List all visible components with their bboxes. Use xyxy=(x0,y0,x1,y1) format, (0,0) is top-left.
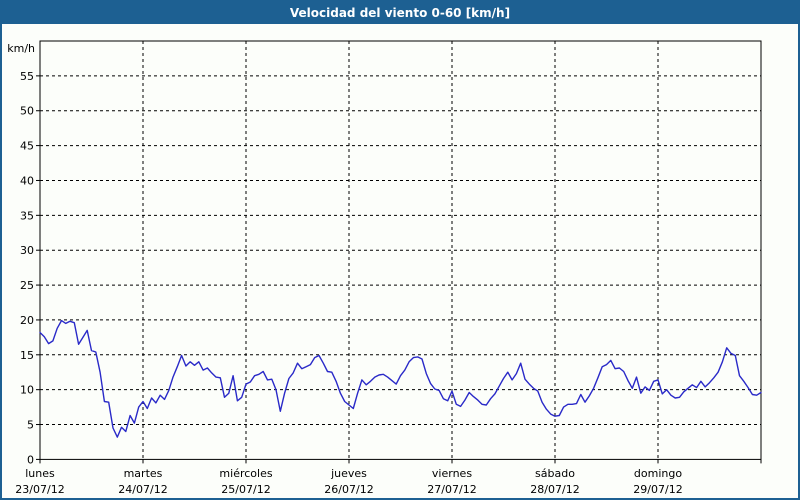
wind-chart-window: Velocidad del viento 0-60 [km/h] 0 5 10 15 2… xyxy=(0,0,800,500)
y-axis-unit-label: km/h xyxy=(7,42,35,55)
wind-speed-line xyxy=(39,319,762,438)
x-day-date-label: 25/07/12 xyxy=(221,483,270,496)
chart-title: Velocidad del viento 0-60 [km/h] xyxy=(289,6,511,20)
y-tick-label: 15 xyxy=(20,349,34,362)
x-day-name-label: jueves xyxy=(330,467,367,480)
x-day-name-label: miércoles xyxy=(219,467,272,480)
x-day-name-label: domingo xyxy=(634,467,682,480)
y-tick-label: 20 xyxy=(20,314,34,327)
x-day-name-label: viernes xyxy=(432,467,472,480)
y-tick-label: 45 xyxy=(20,140,34,153)
y-tick-label: 10 xyxy=(20,384,34,397)
wind-speed-line-chart: 0 5 10 15 20 25 30 35 40 45 50 55 km/h lunes 23/07/12 m… xyxy=(7,40,762,496)
x-day-name-label: lunes xyxy=(25,467,55,480)
y-tick-label: 0 xyxy=(27,453,34,466)
x-day-name-label: sábado xyxy=(535,467,575,480)
x-day-name-label: martes xyxy=(124,467,163,480)
x-day-date-label: 28/07/12 xyxy=(530,483,579,496)
x-day-date-label: 29/07/12 xyxy=(633,483,682,496)
x-day-date-label: 27/07/12 xyxy=(427,483,476,496)
y-tick-label: 50 xyxy=(20,105,34,118)
y-tick-label: 55 xyxy=(20,70,34,83)
chart-title-bar: Velocidad del viento 0-60 [km/h] xyxy=(2,2,798,24)
y-tick-label: 35 xyxy=(20,209,34,222)
x-day-date-label: 23/07/12 xyxy=(15,483,64,496)
y-tick-label: 25 xyxy=(20,279,34,292)
y-tick-label: 5 xyxy=(27,419,34,432)
y-tick-label: 40 xyxy=(20,174,34,187)
x-day-date-label: 24/07/12 xyxy=(118,483,167,496)
x-day-date-label: 26/07/12 xyxy=(324,483,373,496)
chart-area: 0 5 10 15 20 25 30 35 40 45 50 55 km/h lunes 23/07/12 m… xyxy=(2,24,798,498)
y-tick-label: 30 xyxy=(20,244,34,257)
